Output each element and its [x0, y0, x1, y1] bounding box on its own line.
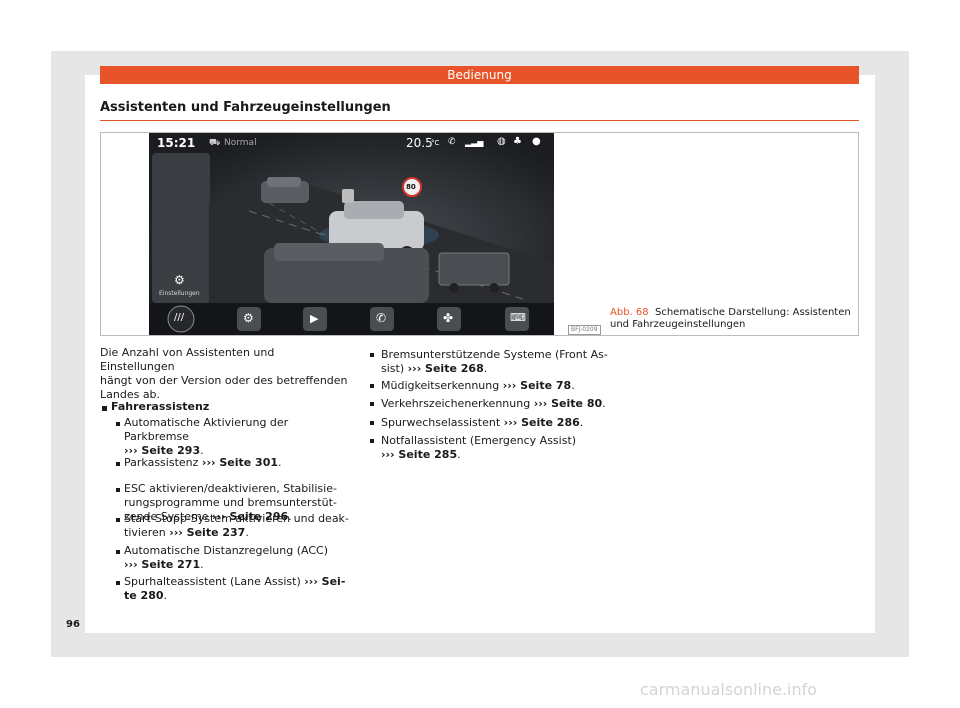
- list-item-line: Spurhalteassistent (Lane Assist) ››› Sei…: [124, 575, 349, 589]
- phone-icon[interactable]: ✆: [376, 311, 386, 325]
- page-reference-continued: te 280: [124, 589, 164, 602]
- bullet: [102, 406, 107, 411]
- connectivity-icon: ♣: [513, 136, 522, 147]
- item-text: rungsprogramme und bremsunterstüt-: [124, 496, 337, 509]
- temperature-unit: °C: [431, 139, 440, 147]
- list-item-line: Verkehrszeichenerkennung ››› Seite 80.: [381, 397, 606, 410]
- caption-label: Abb. 68: [610, 307, 649, 318]
- bullet: [116, 422, 120, 426]
- list-item: Verkehrszeichenerkennung ››› Seite 80.: [381, 397, 611, 411]
- page-reference: ››› Sei-: [304, 575, 346, 588]
- list-item-line: ››› Seite 271.: [124, 558, 204, 571]
- list-item-line: Automatische Distanzregelung (ACC): [124, 544, 349, 558]
- list-item-line: Parkassistenz ››› Seite 301.: [124, 456, 282, 469]
- page-reference: ››› Seite 237: [169, 526, 246, 539]
- bullet: [370, 421, 374, 425]
- chapter-header: Bedienung: [100, 66, 859, 84]
- item-text: Müdigkeitserkennung: [381, 379, 500, 392]
- bullet: [370, 353, 374, 357]
- page-reference: ››› Seite 80: [533, 397, 603, 410]
- gear-icon[interactable]: ⚙: [174, 273, 185, 287]
- intro-line: hängt von der Version oder des betreffen…: [100, 374, 348, 387]
- list-item: Müdigkeitserkennung ››› Seite 78.: [381, 379, 611, 393]
- bullet: [370, 402, 374, 406]
- section-title: Assistenten und Fahrzeugeinstellungen: [100, 100, 391, 115]
- intro-line: Die Anzahl von Assistenten und Einstellu…: [100, 346, 275, 373]
- list-item-line: Notfallassistent (Emergency Assist): [381, 434, 611, 448]
- list-item-line: rungsprogramme und bremsunterstüt-: [124, 496, 349, 510]
- phone-status-icon: ✆: [448, 137, 456, 147]
- page-reference: ››› Seite 78: [502, 379, 572, 392]
- item-text: Verkehrszeichenerkennung: [381, 397, 531, 410]
- watermark: carmanualsonline.info: [640, 680, 818, 699]
- figure-caption: Abb. 68 Schematische Darstellung: Assist…: [610, 307, 855, 331]
- list-item: Start-Stopp-System aktivieren und deak-t…: [124, 512, 349, 540]
- signal-icon: ▂▃▅: [465, 138, 484, 147]
- item-text: Notfallassistent (Emergency Assist): [381, 434, 577, 447]
- intro-paragraph: Die Anzahl von Assistenten und Einstellu…: [100, 346, 350, 402]
- screen-illustration: [149, 133, 554, 335]
- list-item-line: Spurwechselassistent ››› Seite 286.: [381, 416, 584, 429]
- bullet: [116, 488, 120, 492]
- drive-mode-text: Normal: [224, 138, 257, 148]
- bullet: [116, 462, 120, 466]
- infotainment-screen: 15:21 ⛟ Normal 20.5 °C ✆ ▂▃▅ ◍ ♣ ● 80 ⚙ …: [149, 133, 554, 335]
- home-icon[interactable]: ///: [174, 312, 184, 323]
- temperature-text: 20.5: [406, 136, 433, 150]
- bullet: [370, 439, 374, 443]
- list-item: Bremsunterstützende Systeme (Front As-si…: [381, 348, 611, 376]
- item-text: Automatische Distanzregelung (ACC): [124, 544, 328, 557]
- list-item: Notfallassistent (Emergency Assist) ››› S…: [381, 434, 611, 462]
- item-text: ESC aktivieren/deaktivieren, Stabilisie-: [124, 482, 337, 495]
- sign-marker: [342, 189, 354, 203]
- play-icon[interactable]: ▶: [310, 312, 318, 325]
- globe-icon: ◍: [497, 136, 506, 147]
- bullet: [116, 581, 120, 585]
- page-number: 96: [66, 619, 80, 630]
- clock-text: 15:21: [157, 136, 196, 150]
- list-item-line: te 280.: [124, 589, 168, 602]
- title-divider: [100, 120, 859, 121]
- settings-label: Einstellungen: [159, 290, 200, 297]
- item-text: Bremsunterstützende Systeme (Front As-: [381, 348, 608, 361]
- list-item-line: Start-Stopp-System aktivieren und deak-: [124, 512, 349, 526]
- list-item-line: Bremsunterstützende Systeme (Front As-: [381, 348, 611, 362]
- page-reference: ››› Seite 285: [381, 448, 458, 461]
- bullet: [116, 550, 120, 554]
- item-text: Spurhalteassistent (Lane Assist): [124, 575, 301, 588]
- item-text: Parkassistenz: [124, 456, 199, 469]
- car-icon: ⛟: [209, 138, 221, 148]
- list-item: Automatische Aktivierung der Parkbremse ›…: [124, 416, 349, 458]
- item-text: Start-Stopp-System aktivieren und deak-: [124, 512, 349, 525]
- user-icon: ●: [532, 136, 541, 147]
- list-item-line: Automatische Aktivierung der Parkbremse: [124, 416, 349, 444]
- page-reference: ››› Seite 271: [124, 558, 201, 571]
- list-item-line: ESC aktivieren/deaktivieren, Stabilisie-: [124, 482, 349, 496]
- list-item: Parkassistenz ››› Seite 301.: [124, 456, 349, 470]
- item-text: tivieren: [124, 526, 166, 539]
- fan-icon[interactable]: ✤: [443, 311, 453, 325]
- item-text: Spurwechselassistent: [381, 416, 501, 429]
- list-item: Automatische Distanzregelung (ACC) ››› Se…: [124, 544, 349, 572]
- page-reference: ››› Seite 286: [503, 416, 580, 429]
- bullet: [116, 518, 120, 522]
- speed-limit-value: 80: [406, 183, 416, 191]
- list-item-line: tivieren ››› Seite 237.: [124, 526, 249, 539]
- figure-code: BFJ-0209: [568, 325, 601, 335]
- bullet: [370, 384, 374, 388]
- item-text: sist): [381, 362, 405, 375]
- item-text: Automatische Aktivierung der Parkbremse: [124, 416, 289, 443]
- list-item: Spurhalteassistent (Lane Assist) ››› Sei…: [124, 575, 349, 603]
- van-illustration: [264, 243, 429, 303]
- group-title: Fahrerassistenz: [111, 400, 210, 413]
- list-item-line: sist) ››› Seite 268.: [381, 362, 488, 375]
- page-reference: ››› Seite 268: [407, 362, 484, 375]
- list-item-line: Müdigkeitserkennung ››› Seite 78.: [381, 379, 575, 392]
- keyboard-icon[interactable]: ⌨: [510, 311, 526, 324]
- list-item: Spurwechselassistent ››› Seite 286.: [381, 416, 611, 430]
- page-reference: ››› Seite 301: [201, 456, 278, 469]
- list-item-line: ››› Seite 285.: [381, 448, 461, 461]
- settings-icon[interactable]: ⚙: [243, 311, 254, 325]
